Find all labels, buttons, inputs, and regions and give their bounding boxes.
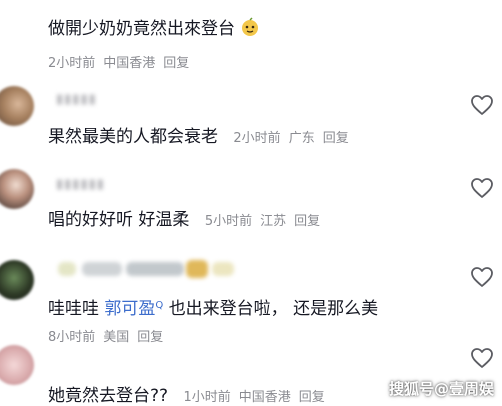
comment-location: 中国香港 bbox=[103, 56, 156, 71]
search-icon[interactable]: Q bbox=[155, 300, 163, 311]
avatar[interactable] bbox=[0, 169, 34, 209]
comment-location: 中国香港 bbox=[238, 390, 291, 405]
watermark: 搜狐号@壹周娱 bbox=[388, 380, 494, 398]
comment-time: 1小时前 bbox=[183, 390, 231, 405]
avatar[interactable] bbox=[0, 345, 34, 385]
comment-text: 做開少奶奶竟然出來登台 bbox=[48, 14, 260, 39]
heart-outline-icon[interactable] bbox=[470, 266, 494, 288]
comment-text: 哇哇哇 郭可盈Q 也出来登台啦， 还是那么美 bbox=[48, 299, 379, 319]
reply-button[interactable]: 回复 bbox=[299, 390, 325, 405]
comment-meta: 8小时前 美国 回复 bbox=[48, 326, 171, 345]
username[interactable]: ▮▮▮▮▮ bbox=[56, 92, 97, 107]
comment-meta: 2小时前 中国香港 回复 bbox=[48, 52, 197, 71]
comment-text: 唱的好好听 好温柔 5小时前 江苏 回复 bbox=[48, 210, 321, 230]
reply-button[interactable]: 回复 bbox=[294, 214, 320, 229]
heart-outline-icon[interactable] bbox=[470, 177, 494, 199]
comment-location: 美国 bbox=[103, 330, 130, 345]
comment-item-2: ▮▮▮▮▮ 果然最美的人都会衰老 2小时前 广东 回复 bbox=[0, 80, 502, 155]
reply-button[interactable]: 回复 bbox=[323, 131, 349, 146]
comment-item-3: ▮▮▮▮▮▮ 唱的好好听 好温柔 5小时前 江苏 回复 bbox=[0, 165, 502, 240]
reply-button[interactable]: 回复 bbox=[163, 56, 189, 71]
mention-link[interactable]: 郭可盈 bbox=[104, 299, 155, 319]
heart-outline-icon[interactable] bbox=[470, 347, 494, 369]
avatar[interactable] bbox=[0, 260, 34, 300]
comment-time: 5小时前 bbox=[204, 214, 253, 229]
comment-text: 她竟然去登台?? 1小时前 中国香港 回复 bbox=[48, 386, 325, 406]
comment-item-1: 做開少奶奶竟然出來登台 2小时前 中国香港 回复 bbox=[0, 0, 502, 71]
comment-item-4: 哇哇哇 郭可盈Q 也出来登台啦， 还是那么美 8小时前 美国 回复 bbox=[0, 252, 502, 345]
comment-text: 果然最美的人都会衰老 2小时前 广东 回复 bbox=[48, 127, 349, 147]
avatar[interactable] bbox=[0, 86, 34, 126]
face-emoji-icon bbox=[242, 17, 259, 36]
comment-location: 广东 bbox=[288, 131, 315, 146]
comment-time: 8小时前 bbox=[48, 330, 96, 345]
comment-time: 2小时前 bbox=[233, 131, 281, 146]
comment-time: 2小时前 bbox=[48, 56, 96, 71]
heart-outline-icon[interactable] bbox=[470, 94, 494, 116]
username[interactable]: ▮▮▮▮▮▮ bbox=[56, 177, 105, 192]
comment-location: 江苏 bbox=[260, 214, 287, 229]
reply-button[interactable]: 回复 bbox=[137, 330, 163, 345]
